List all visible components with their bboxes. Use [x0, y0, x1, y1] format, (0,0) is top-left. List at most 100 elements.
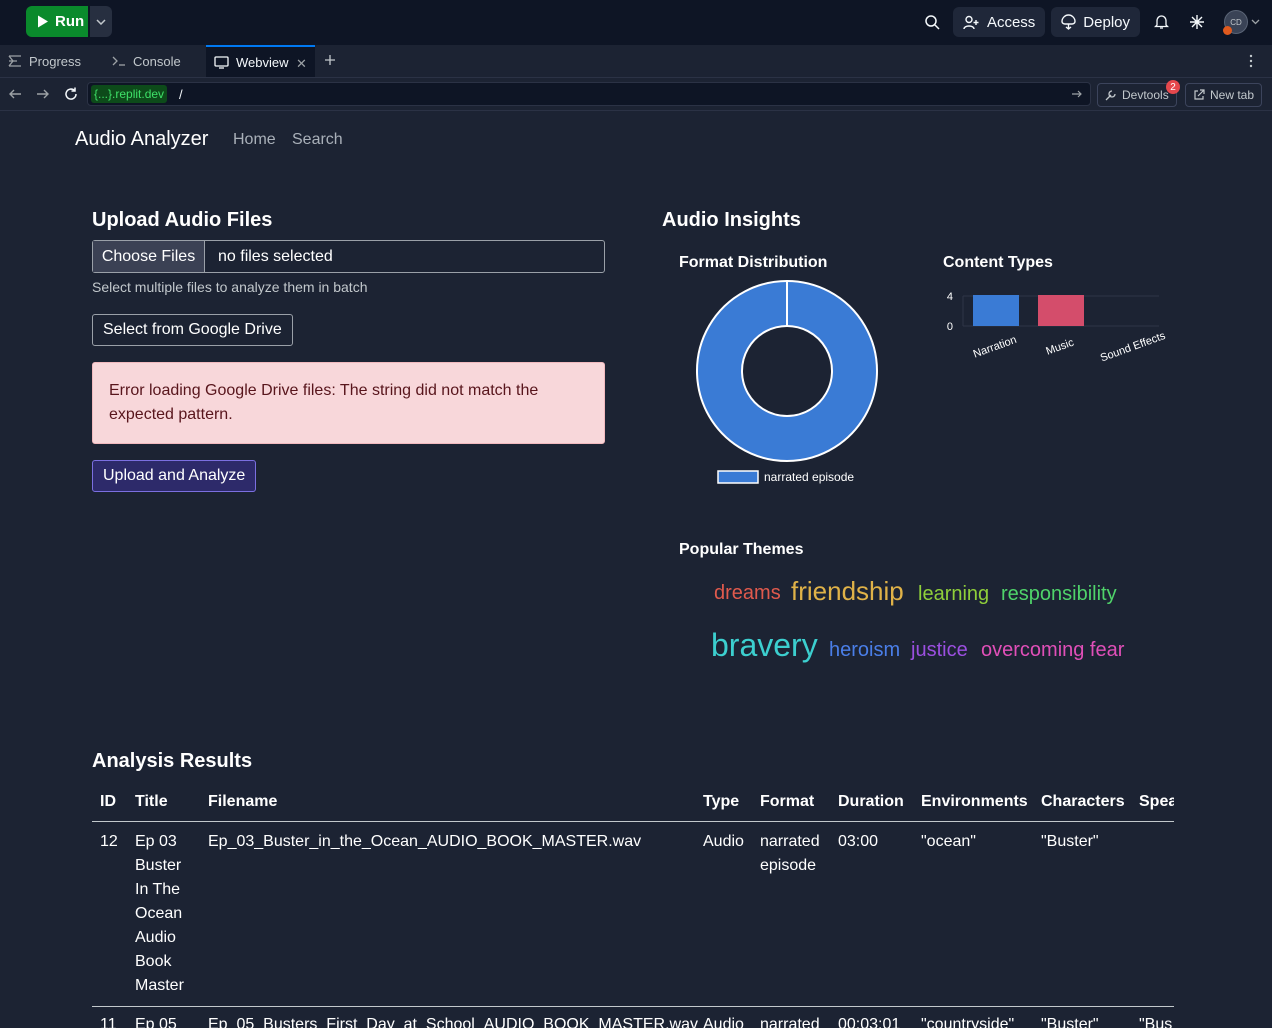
theme-button[interactable] — [1182, 7, 1212, 37]
tab-progress[interactable]: Progress — [0, 45, 102, 77]
results-heading: Analysis Results — [92, 750, 253, 772]
go-arrow-icon[interactable] — [1070, 87, 1084, 101]
url-host: {...}.replit.dev — [91, 85, 168, 103]
tab-label: Webview — [236, 54, 289, 70]
add-user-icon — [963, 15, 979, 29]
theme-word: friendship — [791, 576, 904, 606]
upload-analyze-button[interactable]: Upload and Analyze — [92, 460, 257, 492]
cell-format: narrated — [760, 1016, 820, 1028]
webview-page: Audio Analyzer Home Search Upload Audio … — [0, 112, 1272, 1028]
content-types-title: Content Types — [943, 254, 1053, 271]
google-drive-button[interactable]: Select from Google Drive — [92, 314, 293, 346]
run-button[interactable]: Run — [26, 6, 88, 37]
cell-format-line: episode — [760, 857, 817, 874]
file-status: no files selected — [218, 247, 333, 265]
tab-label: Progress — [29, 53, 82, 69]
cell-type: Audio — [703, 1016, 744, 1028]
deploy-button[interactable]: Deploy — [1051, 7, 1140, 37]
brand-link[interactable]: Audio Analyzer — [75, 128, 208, 151]
access-button[interactable]: Access — [952, 7, 1046, 37]
cell-id: 11 — [100, 1016, 117, 1028]
cell-title-line: Master — [135, 977, 184, 994]
webview-toolbar: {...}.replit.dev / Devtools New tab — [0, 78, 1272, 111]
y-tick-label: 0 — [947, 321, 953, 333]
play-icon — [38, 15, 48, 28]
nav-search-link[interactable]: Search — [292, 131, 343, 149]
column-header-speakers[interactable]: Spea — [1139, 793, 1174, 811]
back-arrow-icon[interactable] — [7, 86, 23, 102]
error-alert: Error loading Google Drive files: The st… — [92, 362, 605, 444]
run-options-button[interactable] — [90, 6, 112, 37]
legend-swatch — [717, 470, 759, 484]
access-label: Access — [986, 13, 1036, 31]
file-input[interactable]: Choose Files no files selected — [92, 240, 605, 273]
content-types-chart: 4 0 Narration Music Sound Effects — [947, 291, 1168, 365]
table-header-divider — [92, 821, 1174, 822]
notifications-button[interactable] — [1146, 7, 1176, 37]
reload-icon[interactable] — [63, 86, 79, 102]
url-input[interactable]: {...}.replit.dev / — [87, 82, 1091, 106]
url-path: / — [179, 86, 183, 102]
run-label: Run — [55, 13, 85, 30]
new-tab-link[interactable]: New tab — [1185, 83, 1263, 107]
cell-id: 12 — [100, 833, 118, 850]
cell-type: Audio — [703, 833, 744, 850]
plus-icon — [325, 55, 335, 65]
cell-title-line: In The — [135, 881, 181, 898]
terminal-icon — [112, 56, 125, 66]
x-tick-label: Narration — [972, 334, 1019, 361]
cell-title-line: Audio — [135, 929, 176, 946]
theme-word: justice — [911, 639, 968, 661]
devtools-button[interactable]: Devtools — [1097, 83, 1177, 107]
format-distribution-title: Format Distribution — [679, 254, 828, 271]
column-header-duration[interactable]: Duration — [838, 793, 904, 811]
external-link-icon — [1194, 89, 1205, 100]
cell-characters: "Buster" — [1041, 833, 1099, 850]
cell-title-line: Buster — [135, 857, 182, 874]
search-button[interactable] — [917, 7, 947, 37]
forward-arrow-icon[interactable] — [35, 86, 51, 102]
column-header-type[interactable]: Type — [703, 793, 739, 811]
cell-duration: 00:03:01 — [838, 1016, 901, 1028]
close-icon[interactable]: ✕ — [296, 56, 307, 72]
sparkle-icon — [1190, 15, 1204, 29]
cell-filename: Ep_03_Buster_in_the_Ocean_AUDIO_BOOK_MAS… — [208, 833, 642, 850]
column-header-id[interactable]: ID — [100, 793, 116, 811]
tab-webview[interactable]: Webview ✕ — [206, 45, 315, 77]
tab-console[interactable]: Console — [104, 45, 206, 77]
cell-title-line: Ocean — [135, 905, 183, 922]
theme-word: learning — [918, 583, 990, 605]
column-header-characters[interactable]: Characters — [1041, 793, 1125, 811]
nav-home-link[interactable]: Home — [233, 131, 276, 149]
cell-title-line: Ep 03 — [135, 833, 177, 850]
theme-word: responsibility — [1001, 583, 1117, 605]
devtools-count-badge: 2 — [1166, 80, 1180, 94]
more-vertical-icon — [1249, 54, 1253, 68]
column-header-environments[interactable]: Environments — [921, 793, 1028, 811]
column-header-title[interactable]: Title — [135, 793, 168, 811]
deploy-label: Deploy — [1083, 13, 1130, 31]
choose-files-button[interactable]: Choose Files — [93, 241, 205, 272]
cell-duration: 03:00 — [838, 833, 879, 850]
avatar: CD — [1223, 10, 1248, 35]
search-icon — [925, 15, 940, 30]
theme-word: overcoming fear — [981, 639, 1125, 661]
x-tick-label: Music — [1044, 336, 1076, 357]
x-tick-label: Sound Effects — [1099, 330, 1168, 365]
account-menu[interactable]: CD — [1223, 10, 1260, 35]
more-options-button[interactable] — [1247, 54, 1255, 68]
monitor-icon — [214, 55, 229, 69]
column-header-format[interactable]: Format — [760, 793, 814, 811]
cell-format: narrated episode — [760, 830, 820, 878]
upload-heading: Upload Audio Files — [92, 209, 273, 231]
header-actions: Access Deploy CD — [917, 7, 1260, 37]
cell-environments: "countryside" — [921, 1016, 1015, 1028]
cell-title: Ep 03 Buster In The Ocean Audio Book Mas… — [135, 830, 184, 998]
legend-label: narrated episode — [764, 470, 854, 484]
new-tab-label: New tab — [1210, 88, 1255, 102]
error-message-line: Error loading Google Drive files: The st… — [109, 382, 539, 399]
wrench-icon — [1105, 90, 1116, 101]
column-header-filename[interactable]: Filename — [208, 793, 277, 811]
error-message-line: expected pattern. — [109, 406, 233, 423]
new-tab-button[interactable] — [323, 53, 337, 67]
